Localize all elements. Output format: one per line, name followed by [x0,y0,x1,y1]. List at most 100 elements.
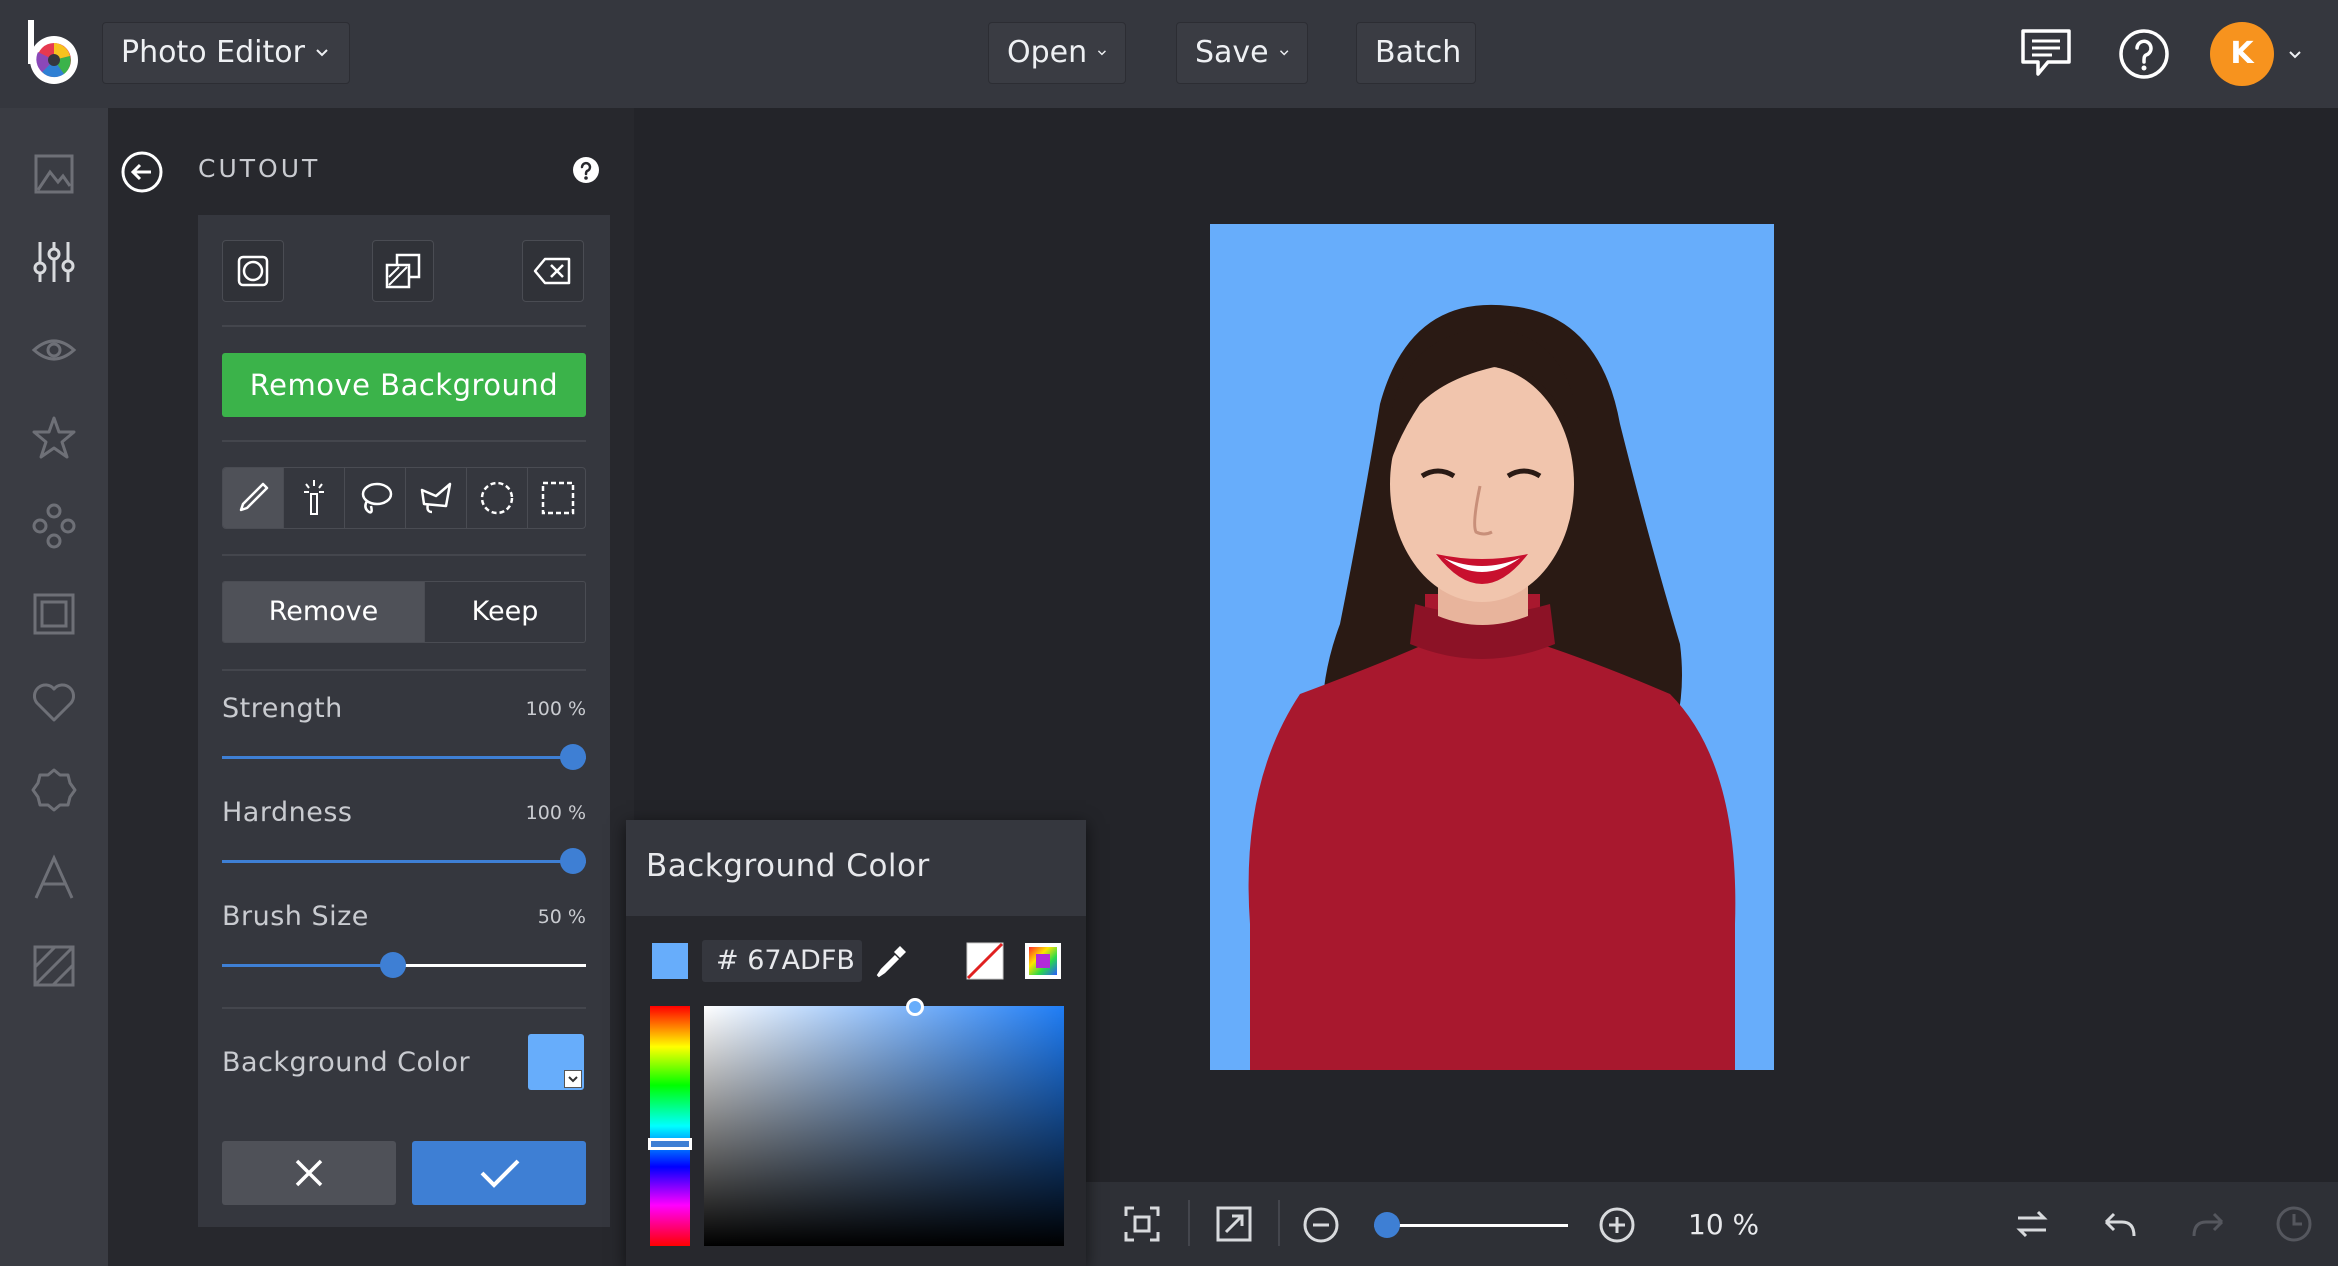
brush-size-value: 50 % [537,906,586,928]
divider [1278,1200,1280,1246]
frame-icon[interactable] [30,590,78,638]
slider-fill [222,964,394,967]
brush-tool-button[interactable] [223,468,284,528]
mode-toggle: Remove Keep [222,581,586,643]
divider [222,325,586,327]
strength-value: 100 % [525,698,586,720]
polygon-lasso-icon [420,482,452,514]
keep-mode-label: Keep [471,596,539,627]
app-menu-label: Photo Editor [121,35,305,70]
sliders-icon[interactable] [30,238,78,286]
background-color-label: Background Color [222,1047,471,1078]
undo-icon[interactable] [2100,1204,2140,1244]
heart-icon[interactable] [30,678,78,726]
chevron-down-icon [564,1070,582,1088]
magic-wand-icon [304,480,324,515]
zoom-in-icon[interactable] [1598,1206,1636,1244]
avatar[interactable]: K [2210,22,2274,86]
photo-canvas[interactable] [1210,224,1774,1070]
texture-icon[interactable] [30,942,78,990]
layers-tool-button[interactable] [372,240,434,302]
hardness-value: 100 % [525,802,586,824]
text-icon[interactable] [30,854,78,902]
apply-button[interactable] [412,1141,586,1205]
divider [222,1007,586,1009]
history-icon[interactable] [2274,1204,2314,1244]
hue-handle[interactable] [648,1138,692,1150]
eye-icon[interactable] [30,326,78,374]
batch-button[interactable]: Batch [1356,22,1476,84]
actual-size-icon[interactable] [1214,1204,1254,1244]
back-arrow-icon[interactable] [120,150,164,194]
chevron-down-icon[interactable] [2288,48,2302,62]
selection-tools [222,467,586,529]
zoom-out-icon[interactable] [1302,1206,1340,1244]
slider-track [1374,1224,1568,1227]
remove-mode-label: Remove [268,596,379,627]
magic-wand-tool-button[interactable] [284,468,345,528]
slider-knob[interactable] [1374,1212,1400,1238]
remove-background-button[interactable]: Remove Background [222,353,586,417]
divider [1188,1200,1190,1246]
strength-label: Strength [222,693,343,724]
hex-input[interactable]: # 67ADFB [702,940,862,982]
chevron-down-icon [1279,50,1289,56]
checkmark-icon [480,1159,520,1188]
fit-screen-icon[interactable] [1122,1204,1162,1244]
help-icon[interactable] [572,156,600,184]
cancel-button[interactable] [222,1141,396,1205]
strength-slider[interactable] [222,742,586,772]
hex-value: 67ADFB [747,945,855,976]
lasso-icon [361,482,393,514]
background-color-swatch[interactable] [528,1034,584,1090]
overlays-icon[interactable] [30,502,78,550]
polygon-lasso-tool-button[interactable] [406,468,467,528]
badge-icon[interactable] [30,766,78,814]
open-button[interactable]: Open [988,22,1126,84]
zoom-level: 10 % [1688,1208,1760,1241]
remove-mode-button[interactable]: Remove [223,582,425,642]
portrait-image [1248,304,1736,1070]
divider [222,440,586,442]
app-menu-button[interactable]: Photo Editor [102,22,350,84]
slider-fill [222,860,586,863]
eyedropper-icon[interactable] [872,942,910,980]
slider-fill [222,756,586,759]
redo-icon[interactable] [2188,1204,2228,1244]
panel-title: CUTOUT [198,154,321,183]
shape-cutout-icon [237,255,269,287]
help-icon[interactable] [2118,28,2170,80]
lasso-tool-button[interactable] [345,468,406,528]
ellipse-select-tool-button[interactable] [467,468,528,528]
hue-slider[interactable] [648,1006,692,1246]
cutout-tool-button[interactable] [222,240,284,302]
image-icon[interactable] [30,150,78,198]
chevron-down-icon [1098,50,1107,56]
save-button[interactable]: Save [1176,22,1308,84]
feedback-icon[interactable] [2020,28,2072,78]
top-bar: Photo Editor Open Save Batch K [0,0,2338,108]
transparent-color-icon[interactable] [966,942,1004,980]
star-icon[interactable] [30,414,78,462]
divider [222,669,586,671]
color-picker-handle[interactable] [906,998,924,1016]
rect-select-icon [541,481,575,515]
saturation-value-picker[interactable] [704,998,1064,1246]
erase-tool-button[interactable] [522,240,584,302]
slider-knob[interactable] [560,744,586,770]
slider-knob[interactable] [560,848,586,874]
brush-icon [239,482,269,512]
close-icon [295,1159,323,1187]
save-label: Save [1195,35,1269,70]
zoom-slider[interactable] [1374,1210,1568,1240]
brush-size-label: Brush Size [222,901,369,932]
open-label: Open [1007,35,1088,70]
app-logo[interactable] [26,18,82,88]
rect-select-tool-button[interactable] [528,468,585,528]
keep-mode-button[interactable]: Keep [425,582,585,642]
hardness-slider[interactable] [222,846,586,876]
slider-knob[interactable] [380,952,407,978]
swap-icon[interactable] [2012,1204,2052,1244]
color-palette-icon[interactable] [1024,942,1062,980]
brush-size-slider[interactable] [222,950,586,980]
